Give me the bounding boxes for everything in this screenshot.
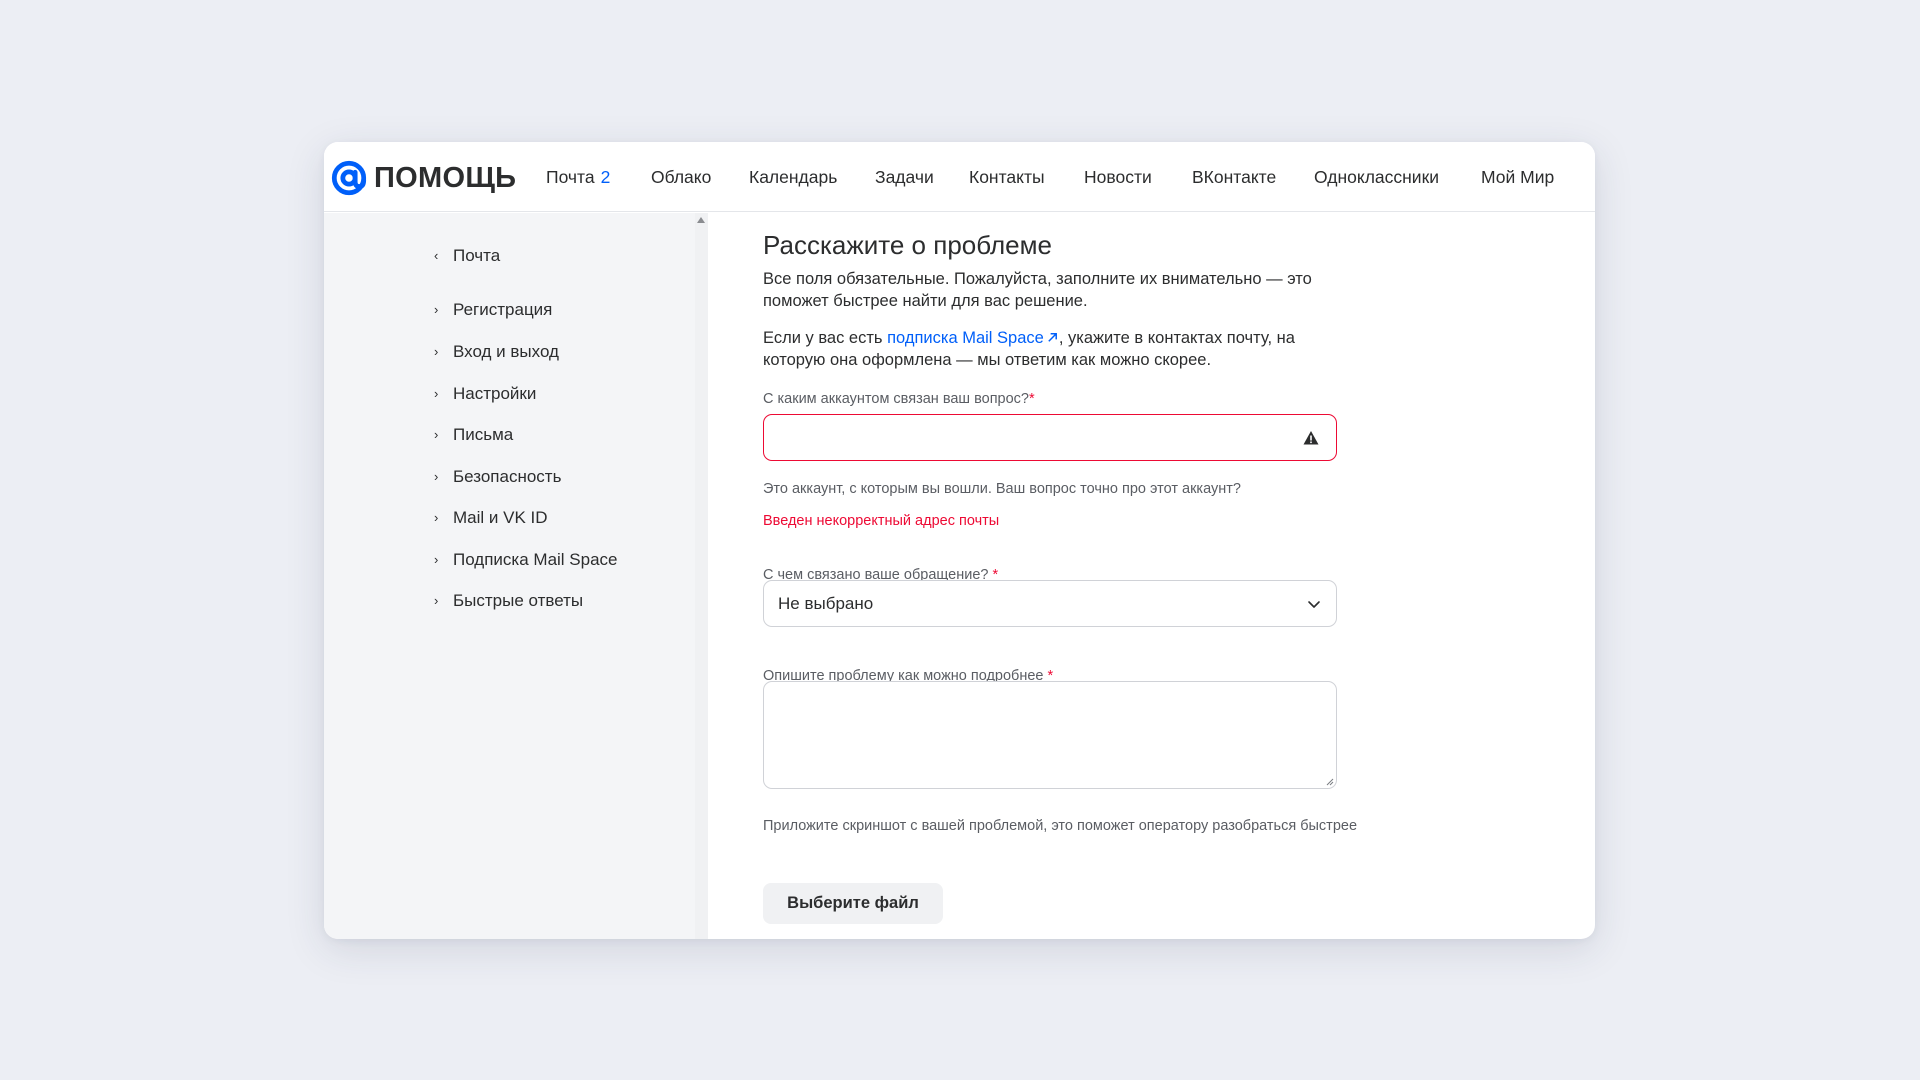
nav-item-tasks[interactable]: Задачи bbox=[875, 166, 934, 188]
sidebar-item-label: Регистрация bbox=[453, 300, 553, 319]
required-mark: * bbox=[1029, 391, 1035, 407]
sidebar-back-mail[interactable]: ‹ Почта bbox=[434, 245, 500, 267]
nav-item-odnoklassniki[interactable]: Одноклассники bbox=[1314, 166, 1439, 188]
description-textarea[interactable] bbox=[763, 681, 1337, 789]
sidebar-item-mail-space[interactable]: › Подписка Mail Space bbox=[434, 549, 618, 571]
sidebar-item-quick-answers[interactable]: › Быстрые ответы bbox=[434, 590, 583, 612]
chevron-right-icon: › bbox=[434, 427, 439, 442]
sidebar-item-login-logout[interactable]: › Вход и выход bbox=[434, 341, 559, 363]
attach-hint: Приложите скриншот с вашей проблемой, эт… bbox=[763, 818, 1358, 834]
nav-item-my-world[interactable]: Мой Мир bbox=[1481, 166, 1554, 188]
chevron-right-icon: › bbox=[434, 510, 439, 525]
chevron-down-icon bbox=[1308, 601, 1320, 608]
sidebar-item-label: Mail и VK ID bbox=[453, 508, 548, 527]
note-text: которую она оформлена — мы ответим как м… bbox=[763, 351, 1212, 369]
sidebar-item-label: Письма bbox=[453, 425, 514, 444]
sidebar-item-security[interactable]: › Безопасность bbox=[434, 466, 561, 488]
account-error-message: Введен некорректный адрес почты bbox=[763, 513, 1000, 529]
choose-file-button[interactable]: Выберите файл bbox=[763, 883, 943, 924]
chevron-right-icon: › bbox=[434, 302, 439, 317]
chevron-right-icon: › bbox=[434, 469, 439, 484]
account-field-label: С каким аккаунтом связан ваш вопрос?* bbox=[763, 391, 1035, 407]
unread-badge: 2 bbox=[600, 167, 611, 187]
intro-text: Все поля обязательные. Пожалуйста, запол… bbox=[763, 268, 1363, 312]
chevron-left-icon: ‹ bbox=[434, 248, 439, 263]
topic-selected-value: Не выбрано bbox=[778, 594, 874, 613]
nav-item-vkontakte[interactable]: ВКонтакте bbox=[1192, 166, 1276, 188]
nav-item-mail[interactable]: Почта 2 bbox=[546, 166, 610, 188]
nav-item-calendar[interactable]: Календарь bbox=[749, 166, 837, 188]
topic-select[interactable]: Не выбрано bbox=[763, 580, 1337, 627]
nav-item-contacts[interactable]: Контакты bbox=[969, 166, 1045, 188]
scroll-up-arrow-icon[interactable] bbox=[697, 217, 705, 223]
nav-item-label: Почта bbox=[546, 167, 595, 187]
account-hint: Это аккаунт, с которым вы вошли. Ваш воп… bbox=[763, 481, 1241, 497]
help-logo[interactable]: ПОМОЩЬ bbox=[330, 159, 516, 197]
sidebar-item-label: Быстрые ответы bbox=[453, 591, 584, 610]
mail-space-link[interactable]: подписка Mail Space bbox=[887, 329, 1059, 347]
sidebar-item-label: Почта bbox=[453, 246, 501, 265]
chevron-right-icon: › bbox=[434, 552, 439, 567]
sidebar-item-mail-vkid[interactable]: › Mail и VK ID bbox=[434, 507, 548, 529]
intro-line: поможет быстрее найти для вас решение. bbox=[763, 292, 1088, 310]
note-text: Если у вас есть bbox=[763, 329, 888, 347]
nav-item-cloud[interactable]: Облако bbox=[651, 166, 711, 188]
top-navigation-bar: ПОМОЩЬ Почта 2 Облако Календарь Задачи Ко… bbox=[324, 142, 1595, 212]
sidebar-item-label: Подписка Mail Space bbox=[453, 550, 618, 569]
intro-line: Все поля обязательные. Пожалуйста, запол… bbox=[763, 270, 1312, 288]
page-title: Расскажите о проблеме bbox=[763, 230, 1052, 260]
chevron-right-icon: › bbox=[434, 344, 439, 359]
sidebar-item-letters[interactable]: › Письма bbox=[434, 424, 513, 446]
at-sign-icon bbox=[331, 160, 367, 196]
sidebar-item-settings[interactable]: › Настройки bbox=[434, 383, 536, 405]
sidebar-item-registration[interactable]: › Регистрация bbox=[434, 299, 552, 321]
chevron-right-icon: › bbox=[434, 386, 439, 401]
sidebar-item-label: Безопасность bbox=[453, 467, 562, 486]
browser-window: ПОМОЩЬ Почта 2 Облако Календарь Задачи Ко… bbox=[324, 142, 1595, 939]
note-text: , укажите в контактах почту, на bbox=[1058, 329, 1295, 347]
sidebar-item-label: Настройки bbox=[453, 384, 537, 403]
external-link-arrow-icon bbox=[1048, 333, 1057, 342]
account-email-input[interactable] bbox=[763, 414, 1337, 461]
sidebar-scrollbar[interactable] bbox=[695, 213, 708, 939]
subscription-note: Если у вас есть подписка Mail Space, ука… bbox=[763, 327, 1363, 371]
chevron-right-icon: › bbox=[434, 593, 439, 608]
warning-triangle-icon bbox=[1303, 431, 1319, 445]
sidebar: ‹ Почта › Регистрация › Вход и выход › Н… bbox=[324, 213, 695, 939]
nav-item-news[interactable]: Новости bbox=[1084, 166, 1152, 188]
logo-text: ПОМОЩЬ bbox=[374, 162, 517, 194]
sidebar-item-label: Вход и выход bbox=[453, 342, 559, 361]
resize-grip-icon[interactable] bbox=[1324, 776, 1334, 786]
